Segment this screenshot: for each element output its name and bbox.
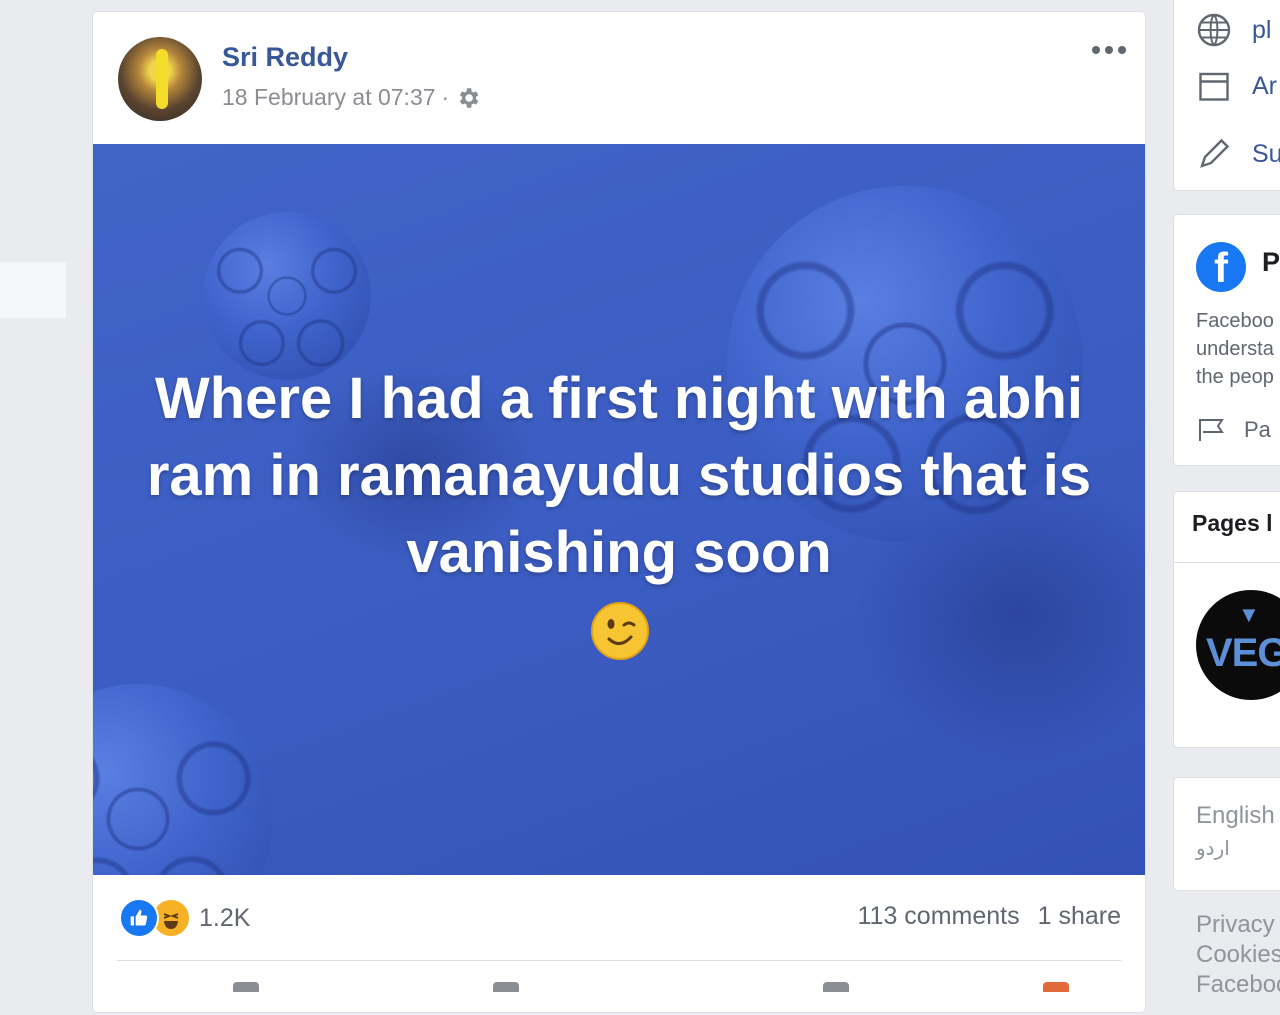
language-urdu[interactable]: اردو [1196,836,1230,861]
ball-graphic [93,684,273,875]
logo-mark-icon: ▼ [1238,602,1260,627]
pages-card-divider [1174,562,1280,563]
post-text-image[interactable]: Where I had a first night with abhi ram … [93,144,1145,875]
like-reaction-icon [119,898,159,938]
fb-card-title: P [1262,247,1280,277]
like-button[interactable] [233,982,259,992]
language-card: English اردو [1174,778,1280,890]
winking-face-icon [591,602,649,660]
calendar-icon [1199,72,1229,101]
pencil-icon [1200,138,1230,168]
author-name[interactable]: Sri Reddy [222,42,348,73]
pages-liked-card: Pages l ▼ VEGI [1174,492,1280,747]
sidebar-link[interactable]: pl [1196,12,1271,48]
flag-icon [1199,419,1224,441]
comment-button[interactable] [493,982,519,992]
left-panel-strip [0,262,66,318]
footer-link-cookies[interactable]: Cookies [1196,941,1280,969]
reaction-count: 1.2K [199,903,251,932]
gear-icon[interactable] [455,85,481,111]
post-timestamp[interactable]: 18 February at 07:37 [222,84,436,111]
facebook-logo-icon: f [1196,242,1246,292]
reactions-summary[interactable]: 1.2K [119,898,250,938]
fb-card-description: Faceboo understa the peop [1196,310,1274,388]
engagement-counts: 113 comments 1 share [858,902,1122,931]
post-divider [117,960,1121,961]
comments-count[interactable]: 113 comments [858,902,1020,931]
fb-page-link[interactable]: Pa [1196,417,1271,443]
footer-links: Privacy Cookies Faceboo [1174,905,1280,1015]
sidebar-links-card: pl Ar Su [1174,0,1280,190]
more-options-icon[interactable] [1089,40,1129,60]
audience-selector[interactable] [1043,982,1069,992]
author-avatar[interactable] [118,37,202,121]
post-card: Sri Reddy 18 February at 07:37 · Where I… [93,12,1145,1012]
meta-separator: · [441,84,450,110]
language-english[interactable]: English [1196,802,1275,830]
ball-graphic [203,212,371,380]
sidebar-link[interactable]: Ar [1196,68,1277,104]
shares-count[interactable]: 1 share [1038,902,1121,931]
page-logo[interactable]: ▼ VEGI [1196,590,1280,700]
footer-link-facebook[interactable]: Faceboo [1196,971,1280,999]
globe-icon [1197,13,1231,47]
facebook-info-card: f P Faceboo understa the peop Pa [1174,215,1280,465]
pages-card-header: Pages l [1192,510,1273,536]
share-button[interactable] [823,982,849,992]
footer-link-privacy[interactable]: Privacy [1196,911,1275,939]
post-text: Where I had a first night with abhi ram … [146,366,1092,585]
sidebar-link[interactable]: Su [1196,136,1280,172]
post-meta: 18 February at 07:37 · [222,84,481,111]
